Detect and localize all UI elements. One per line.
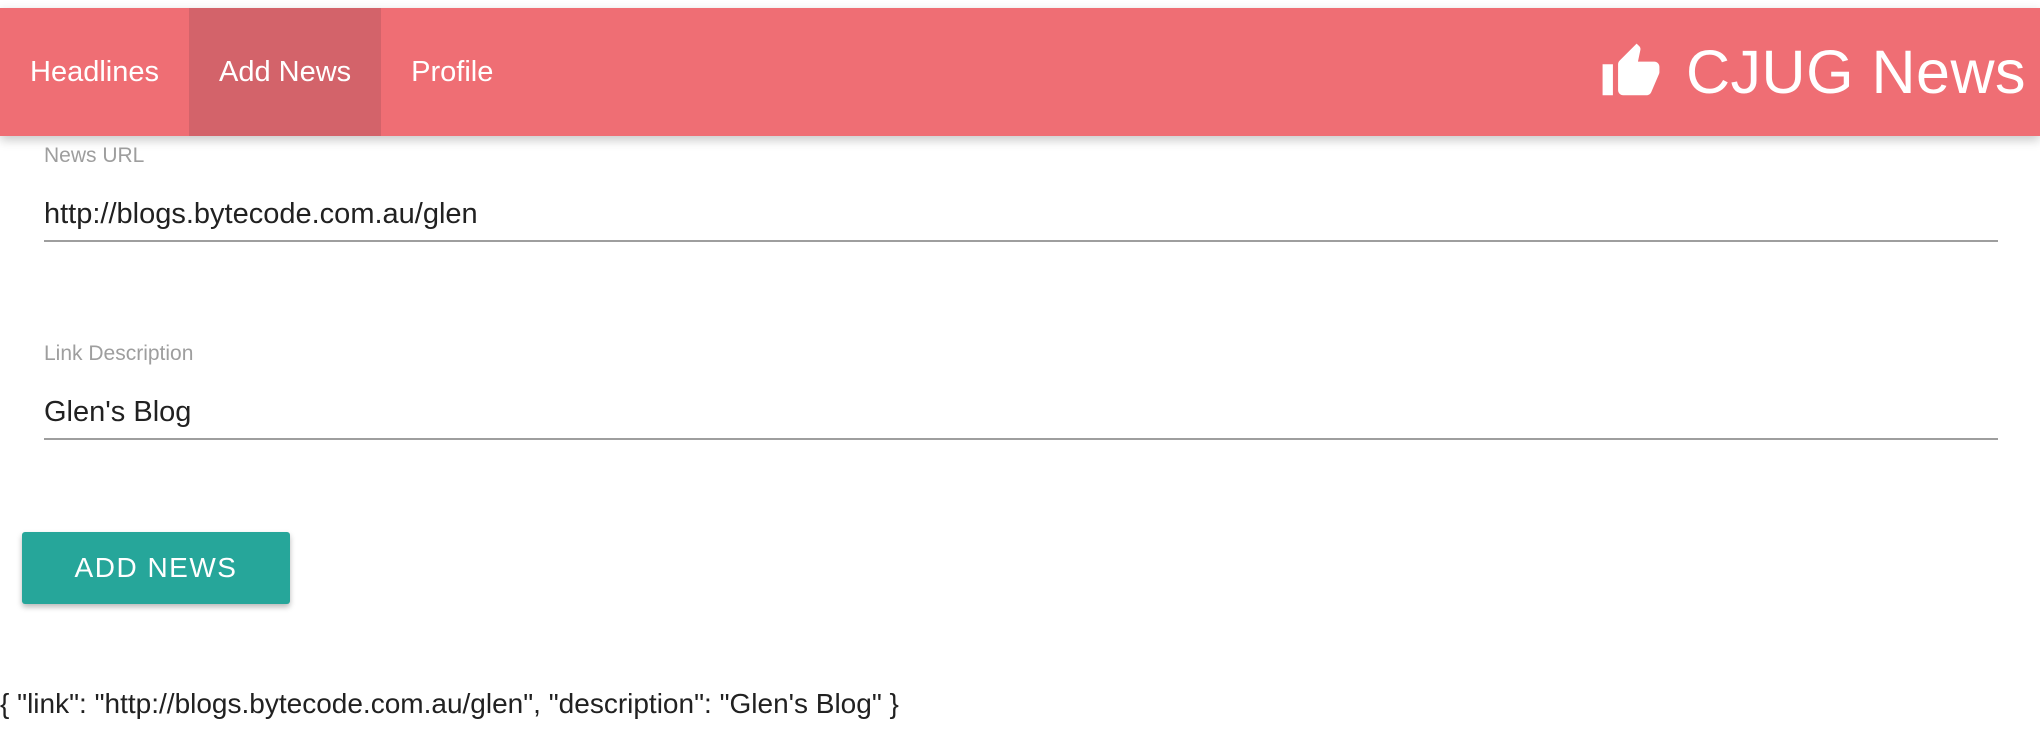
news-url-input[interactable] (44, 188, 1998, 242)
link-description-label: Link Description (44, 342, 194, 365)
link-description-input[interactable] (44, 386, 1998, 440)
tab-profile[interactable]: Profile (381, 8, 523, 136)
tab-add-news[interactable]: Add News (188, 8, 382, 136)
brand-title: CJUG News (1685, 38, 2026, 106)
tab-headlines[interactable]: Headlines (0, 8, 189, 136)
news-url-field: News URL (44, 144, 1998, 242)
add-news-button[interactable]: ADD NEWS (22, 532, 290, 604)
news-url-label: News URL (44, 144, 145, 167)
top-navbar: Headlines Add News Profile CJUG News (0, 8, 2040, 136)
json-output-text: { "link": "http://blogs.bytecode.com.au/… (0, 688, 899, 719)
link-description-field: Link Description (44, 342, 1998, 440)
brand: CJUG News (1600, 8, 2040, 136)
thumbs-up-icon (1602, 43, 1660, 96)
